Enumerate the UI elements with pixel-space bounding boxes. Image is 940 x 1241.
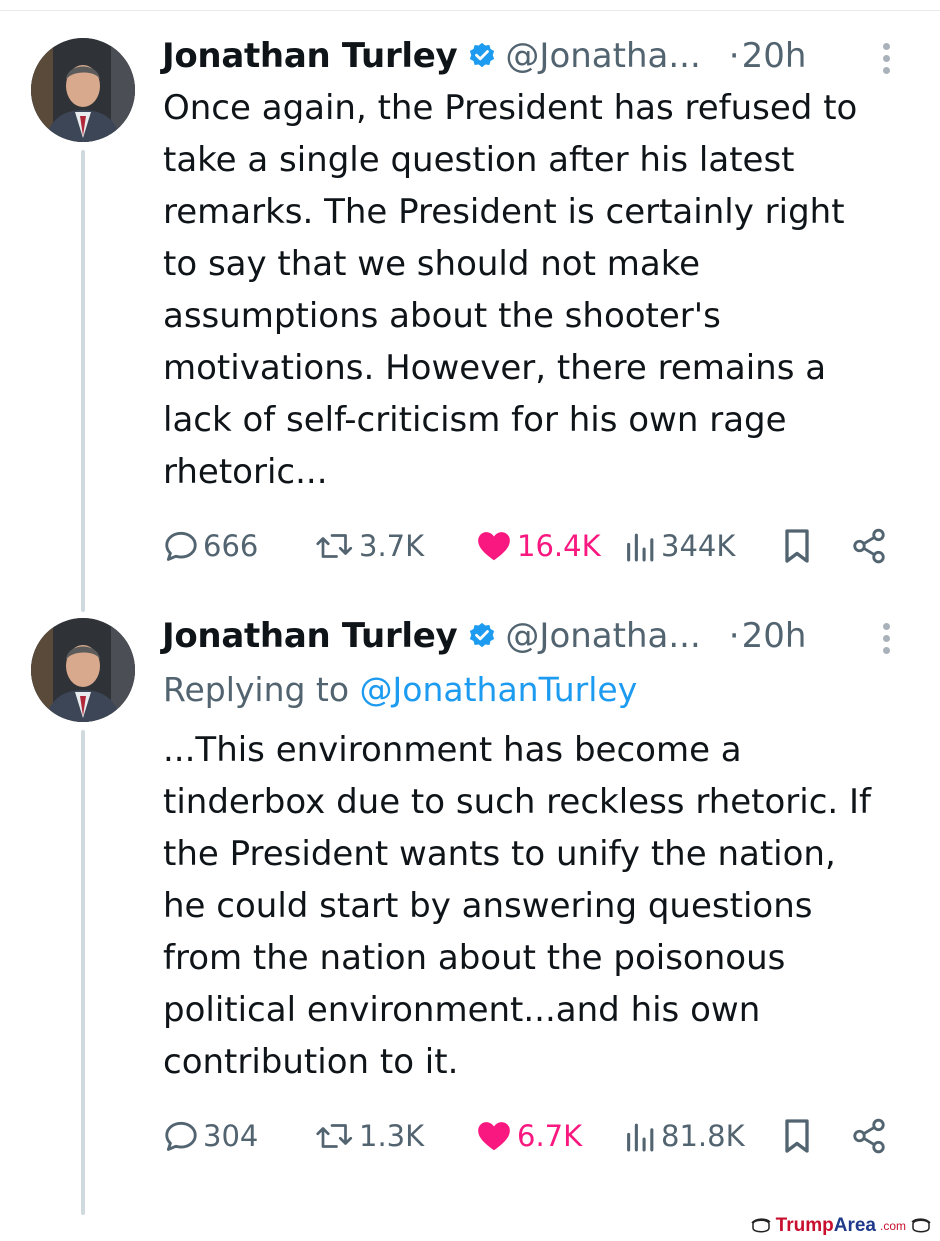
mention-link[interactable]: @JonathanTurley (360, 670, 638, 709)
thread-connector-line (81, 730, 85, 1215)
tweet-text-line: contribution to it. (163, 1042, 459, 1082)
watermark-tld: .com (879, 1219, 906, 1233)
tweet-actions: 666 3.7K 16.4K 344K (162, 524, 902, 568)
bookmark-button[interactable] (780, 1114, 814, 1158)
reply-icon (165, 531, 197, 561)
bookmark-icon (785, 1119, 809, 1153)
replying-to: Replying to @JonathanTurley (163, 670, 637, 709)
tweet-header: Jonathan Turley @Jonatha... · 20h (162, 616, 806, 656)
thread-connector-line (81, 150, 85, 612)
tweet-text-line: to say that we should not make (163, 244, 701, 284)
profile-photo-icon (31, 38, 135, 142)
tweet-text-line: the President wants to unify the nation, (163, 834, 836, 874)
tweet-text-line: tinderbox due to such reckless rhetoric.… (163, 782, 872, 822)
author-handle[interactable]: @Jonatha... (505, 36, 700, 76)
tweet-text-line: remarks. The President is certainly righ… (163, 192, 845, 232)
like-count: 16.4K (517, 529, 601, 563)
views-bar-chart-icon (627, 533, 654, 562)
dot-separator: · (728, 616, 740, 656)
trump-face-icon (911, 1218, 931, 1233)
more-options-icon[interactable] (876, 618, 896, 658)
reply-count: 666 (203, 529, 259, 563)
like-button[interactable]: 6.7K (474, 1114, 582, 1158)
avatar[interactable] (31, 618, 135, 722)
avatar[interactable] (31, 38, 135, 142)
tweet-text-line: rhetoric... (163, 452, 328, 492)
watermark-text: TrumpArea (776, 1215, 876, 1237)
view-count: 344K (661, 529, 736, 563)
more-options-icon[interactable] (876, 38, 896, 78)
tweet-text-line: ...This environment has become a (163, 730, 742, 770)
share-button[interactable] (850, 524, 888, 568)
tweet-text-line: take a single question after his latest (163, 140, 795, 180)
tweet-actions: 304 1.3K 6.7K 81.8K (162, 1114, 902, 1158)
repost-button[interactable]: 3.7K (314, 524, 424, 568)
repost-button[interactable]: 1.3K (314, 1114, 424, 1158)
view-count: 81.8K (661, 1119, 745, 1153)
author-name[interactable]: Jonathan Turley (162, 36, 458, 76)
top-divider (0, 10, 940, 11)
share-icon (853, 528, 885, 564)
verified-badge-icon (467, 41, 497, 71)
tweet-header: Jonathan Turley @Jonatha... · 20h (162, 36, 806, 76)
repost-count: 3.7K (359, 529, 425, 563)
watermark-brand-a: Trump (775, 1215, 834, 1236)
reply-button[interactable]: 304 (162, 1114, 258, 1158)
share-icon (853, 1118, 885, 1154)
repost-count: 1.3K (359, 1119, 425, 1153)
like-button[interactable]: 16.4K (474, 524, 601, 568)
tweet-text: ...This environment has become a tinderb… (163, 724, 923, 1088)
heart-icon (478, 532, 510, 561)
profile-photo-icon (31, 618, 135, 722)
repost-icon (316, 1124, 353, 1148)
reply-icon (165, 1121, 197, 1151)
author-name[interactable]: Jonathan Turley (162, 616, 458, 656)
tweet-text-line: motivations. However, there remains a (163, 348, 827, 388)
reply-count: 304 (203, 1119, 259, 1153)
views-button[interactable]: 344K (624, 524, 735, 568)
tweet-text: Once again, the President has refused to… (163, 82, 923, 498)
repost-icon (316, 534, 353, 558)
like-count: 6.7K (517, 1119, 583, 1153)
verified-badge-icon (467, 621, 497, 651)
bookmark-icon (785, 529, 809, 563)
bookmark-button[interactable] (780, 524, 814, 568)
tweet-text-line: assumptions about the shooter's (163, 296, 721, 336)
tweet-text-line: from the nation about the poisonous (163, 938, 786, 978)
heart-icon (478, 1122, 510, 1151)
trump-face-icon (751, 1218, 771, 1233)
tweet-text-line: he could start by answering questions (163, 886, 813, 926)
reply-button[interactable]: 666 (162, 524, 258, 568)
watermark-logo: TrumpArea .com (750, 1215, 932, 1237)
timestamp[interactable]: 20h (742, 616, 807, 656)
timestamp[interactable]: 20h (742, 36, 807, 76)
views-bar-chart-icon (627, 1123, 654, 1152)
dot-separator: · (728, 36, 740, 76)
tweet-text-line: political environment...and his own (163, 990, 761, 1030)
tweet-text-line: Once again, the President has refused to (163, 88, 858, 128)
author-handle[interactable]: @Jonatha... (505, 616, 700, 656)
replying-to-label: Replying to (163, 670, 350, 709)
tweet-text-line: lack of self-criticism for his own rage (163, 400, 787, 440)
watermark-brand-b: Area (833, 1215, 876, 1236)
share-button[interactable] (850, 1114, 888, 1158)
views-button[interactable]: 81.8K (624, 1114, 745, 1158)
